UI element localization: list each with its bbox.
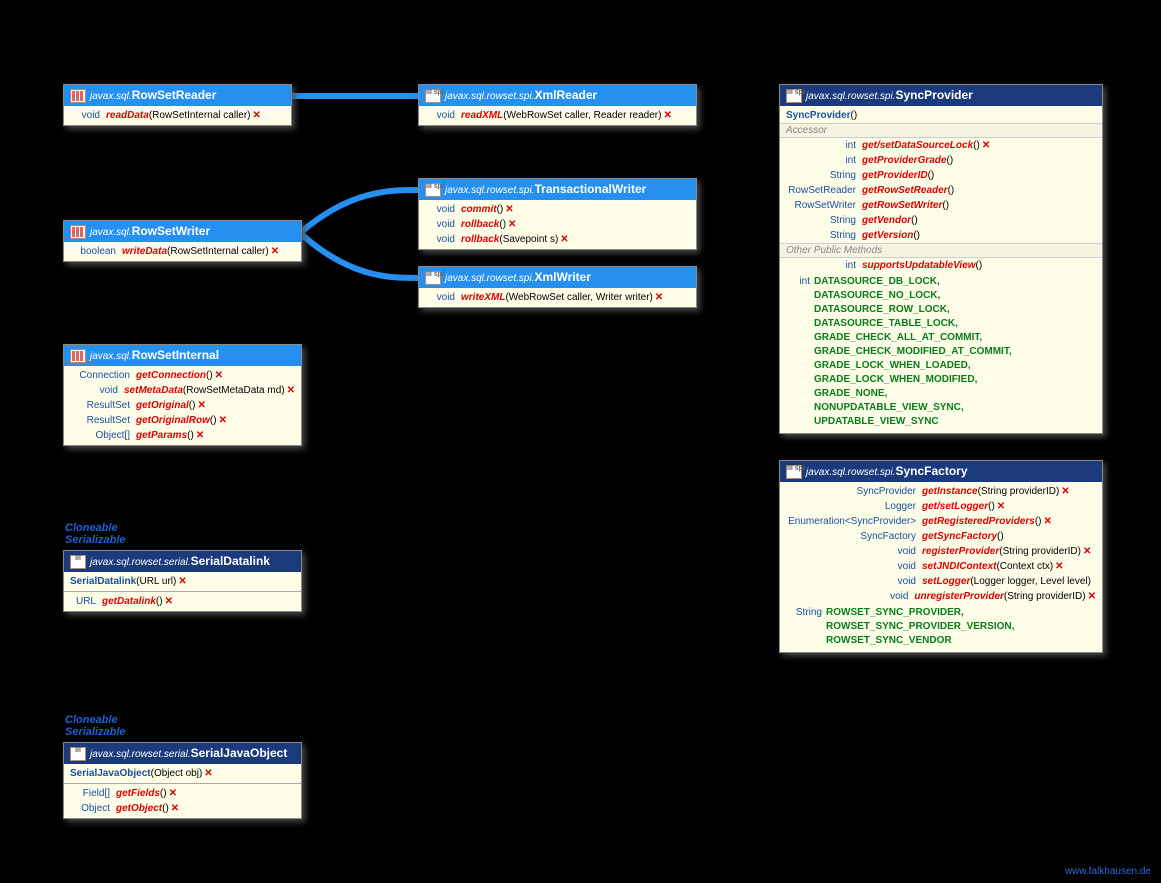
method-row[interactable]: ObjectgetObject () ✕ — [64, 801, 301, 816]
spi-icon: III spi — [786, 465, 802, 479]
method-row[interactable]: voidcommit () ✕ — [419, 202, 696, 217]
method-row[interactable]: intsupportsUpdatableView () — [780, 258, 1102, 273]
method-row[interactable]: voidrollback () ✕ — [419, 217, 696, 232]
method-row[interactable]: voidsetMetaData (RowSetMetaData md) ✕ — [64, 383, 301, 398]
constructor-row[interactable]: SyncProvider () — [780, 108, 1102, 123]
class-xmlreader: III spijavax.sql.rowset.spi.XmlReader vo… — [418, 84, 697, 126]
method-row[interactable]: voidreadXML (WebRowSet caller, Reader re… — [419, 108, 696, 123]
constructor-row[interactable]: SerialDatalink (URL url) ✕ — [64, 574, 301, 589]
constructor-row[interactable]: SerialJavaObject (Object obj) ✕ — [64, 766, 301, 781]
method-row[interactable]: voidreadData (RowSetInternal caller) ✕ — [64, 108, 291, 123]
method-row[interactable]: SyncFactorygetSyncFactory () — [780, 529, 1102, 544]
class-header: javax.sql.RowSetWriter — [64, 221, 301, 242]
spi-icon: III spi — [786, 89, 802, 103]
class-serialdatalink: IIIjavax.sql.rowset.serial.SerialDatalin… — [63, 550, 302, 612]
class-rowsetinternal: javax.sql.RowSetInternal ConnectiongetCo… — [63, 344, 302, 446]
class-header: III spijavax.sql.rowset.spi.XmlReader — [419, 85, 696, 106]
method-row[interactable]: RowSetWritergetRowSetWriter () — [780, 198, 1102, 213]
class-header: III spijavax.sql.rowset.spi.SyncProvider — [780, 85, 1102, 106]
method-row[interactable]: ConnectiongetConnection () ✕ — [64, 368, 301, 383]
method-row[interactable]: StringgetVendor () — [780, 213, 1102, 228]
class-syncfactory: III spijavax.sql.rowset.spi.SyncFactory … — [779, 460, 1103, 653]
interface-icon — [70, 89, 86, 103]
class-transactionalwriter: III spijavax.sql.rowset.spi.Transactiona… — [418, 178, 697, 250]
spi-icon: III spi — [425, 271, 441, 285]
method-row[interactable]: voidsetLogger (Logger logger, Level leve… — [780, 574, 1102, 589]
class-rowsetwriter: javax.sql.RowSetWriter booleanwriteData … — [63, 220, 302, 262]
method-row[interactable]: intgetProviderGrade () — [780, 153, 1102, 168]
method-row[interactable]: StringgetVersion () — [780, 228, 1102, 243]
constants-block: StringROWSET_SYNC_PROVIDER, ROWSET_SYNC_… — [780, 604, 1102, 650]
method-row[interactable]: RowSetReadergetRowSetReader () — [780, 183, 1102, 198]
class-header: javax.sql.RowSetReader — [64, 85, 291, 106]
class-header: III spijavax.sql.rowset.spi.SyncFactory — [780, 461, 1102, 482]
class-xmlwriter: III spijavax.sql.rowset.spi.XmlWriter vo… — [418, 266, 697, 308]
spi-icon: III spi — [425, 183, 441, 197]
serial-icon: III — [70, 555, 86, 569]
class-header: IIIjavax.sql.rowset.serial.SerialDatalin… — [64, 551, 301, 572]
method-row[interactable]: voidwriteXML (WebRowSet caller, Writer w… — [419, 290, 696, 305]
method-row[interactable]: SyncProvidergetInstance (String provider… — [780, 484, 1102, 499]
class-serialjavaobject: IIIjavax.sql.rowset.serial.SerialJavaObj… — [63, 742, 302, 819]
method-row[interactable]: URLgetDatalink () ✕ — [64, 591, 301, 609]
class-header: javax.sql.RowSetInternal — [64, 345, 301, 366]
implements-label: CloneableSerializable — [65, 714, 126, 738]
section-other: Other Public Methods — [780, 243, 1102, 258]
method-row[interactable]: voidunregisterProvider (String providerI… — [780, 589, 1102, 604]
implements-label: CloneableSerializable — [65, 522, 126, 546]
method-row[interactable]: voidrollback (Savepoint s) ✕ — [419, 232, 696, 247]
method-row[interactable]: intget/setDataSourceLock () ✕ — [780, 138, 1102, 153]
method-row[interactable]: StringgetProviderID () — [780, 168, 1102, 183]
method-row[interactable]: Loggerget/setLogger () ✕ — [780, 499, 1102, 514]
class-header: III spijavax.sql.rowset.spi.XmlWriter — [419, 267, 696, 288]
interface-icon — [70, 225, 86, 239]
class-header: IIIjavax.sql.rowset.serial.SerialJavaObj… — [64, 743, 301, 764]
class-syncprovider: III spijavax.sql.rowset.spi.SyncProvider… — [779, 84, 1103, 434]
spi-icon: III spi — [425, 89, 441, 103]
interface-icon — [70, 349, 86, 363]
class-rowsetreader: javax.sql.RowSetReader voidreadData (Row… — [63, 84, 292, 126]
serial-icon: III — [70, 747, 86, 761]
method-row[interactable]: Field[]getFields () ✕ — [64, 783, 301, 801]
method-row[interactable]: Enumeration<SyncProvider>getRegisteredPr… — [780, 514, 1102, 529]
method-row[interactable]: booleanwriteData (RowSetInternal caller)… — [64, 244, 301, 259]
section-accessor: Accessor — [780, 123, 1102, 138]
method-row[interactable]: voidsetJNDIContext (Context ctx) ✕ — [780, 559, 1102, 574]
method-row[interactable]: voidregisterProvider (String providerID)… — [780, 544, 1102, 559]
site-url-label[interactable]: www.falkhausen.de — [1065, 866, 1151, 877]
method-row[interactable]: ResultSetgetOriginalRow () ✕ — [64, 413, 301, 428]
class-header: III spijavax.sql.rowset.spi.Transactiona… — [419, 179, 696, 200]
method-row[interactable]: ResultSetgetOriginal () ✕ — [64, 398, 301, 413]
constants-block: intDATASOURCE_DB_LOCK, DATASOURCE_NO_LOC… — [780, 273, 1102, 431]
method-row[interactable]: Object[]getParams () ✕ — [64, 428, 301, 443]
